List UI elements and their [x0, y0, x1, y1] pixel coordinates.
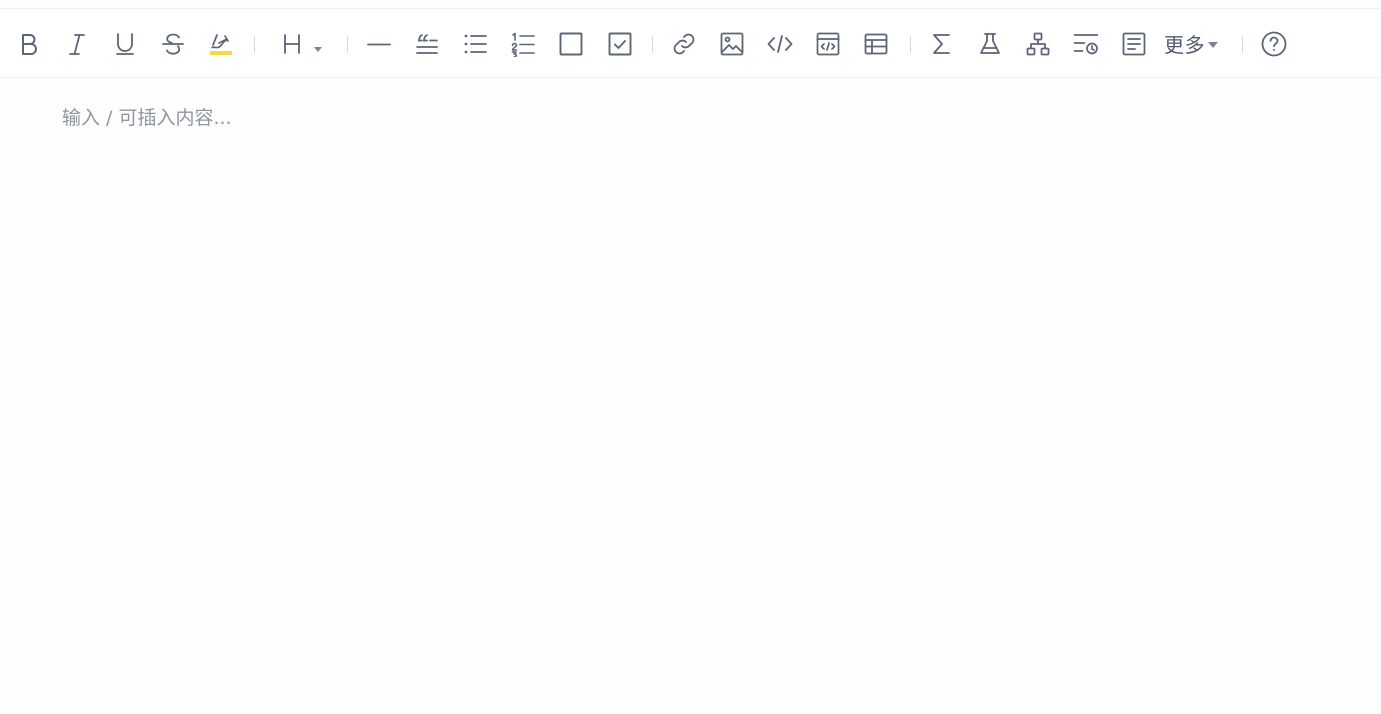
toolbar-divider	[1242, 36, 1243, 53]
editor-placeholder: 输入 / 可插入内容...	[62, 107, 232, 129]
code-block-button[interactable]	[815, 31, 841, 57]
code-button[interactable]	[767, 31, 793, 57]
horizontal-rule-button[interactable]	[366, 31, 392, 57]
task-list-icon	[608, 32, 632, 56]
ordered-list-icon	[511, 32, 535, 57]
image-button[interactable]	[719, 31, 745, 57]
toolbar-divider	[652, 36, 653, 53]
bold-button[interactable]	[16, 31, 42, 57]
table-button[interactable]	[863, 31, 889, 57]
toolbar-divider	[910, 36, 911, 53]
more-button[interactable]: 更多	[1164, 33, 1218, 57]
italic-icon	[69, 34, 85, 55]
toolbar-divider	[347, 36, 348, 53]
task-list-button[interactable]	[607, 31, 633, 57]
checkbox-button[interactable]	[558, 31, 584, 57]
flask-button[interactable]	[977, 31, 1003, 57]
bullet-list-button[interactable]	[462, 31, 488, 57]
horizontal-rule-icon	[367, 43, 391, 46]
heading-icon	[284, 34, 300, 54]
strikethrough-icon	[162, 33, 184, 55]
toolbar-divider	[254, 36, 255, 53]
italic-button[interactable]	[64, 31, 90, 57]
flask-icon	[980, 33, 1000, 54]
strikethrough-button[interactable]	[160, 31, 186, 57]
mindmap-button[interactable]	[1025, 31, 1051, 57]
highlight-icon	[210, 34, 232, 55]
mindmap-icon	[1026, 32, 1050, 56]
document-icon	[1122, 32, 1146, 56]
more-label: 更多	[1164, 33, 1205, 57]
code-block-icon	[816, 32, 840, 56]
help-icon	[1261, 31, 1287, 57]
formula-button[interactable]	[929, 31, 955, 57]
rich-text-editor: 更多 输入 / 可插入内容...	[0, 0, 1381, 714]
code-icon	[767, 35, 793, 53]
underline-icon	[116, 33, 134, 55]
blockquote-button[interactable]	[414, 31, 440, 57]
help-button[interactable]	[1261, 31, 1287, 57]
more-dropdown-caret-icon	[1208, 42, 1218, 48]
bullet-list-icon	[464, 34, 487, 54]
editor-toolbar: 更多	[0, 8, 1381, 78]
sigma-icon	[933, 34, 950, 54]
highlight-button[interactable]	[208, 31, 234, 57]
link-icon	[673, 33, 695, 55]
document-button[interactable]	[1121, 31, 1147, 57]
heading-dropdown-caret-icon[interactable]	[314, 47, 322, 52]
blockquote-icon	[416, 34, 438, 54]
timeline-button[interactable]	[1073, 31, 1099, 57]
timeline-icon	[1073, 34, 1099, 55]
table-icon	[864, 33, 888, 55]
editor-content-area[interactable]: 输入 / 可插入内容...	[0, 78, 1381, 714]
checkbox-icon	[559, 32, 583, 56]
link-button[interactable]	[671, 31, 697, 57]
ordered-list-button[interactable]	[510, 31, 536, 57]
image-icon	[720, 32, 744, 56]
bold-icon	[22, 34, 37, 55]
underline-button[interactable]	[112, 31, 138, 57]
heading-button[interactable]	[279, 31, 305, 57]
